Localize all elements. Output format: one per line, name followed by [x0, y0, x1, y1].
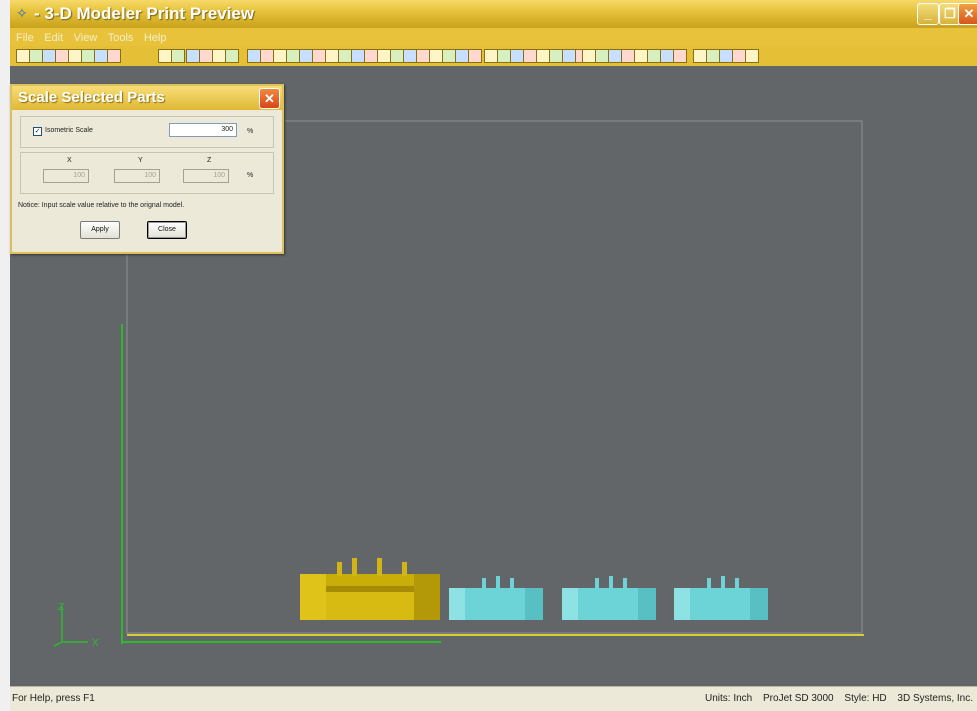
y-scale-input[interactable]: 100 [114, 169, 160, 183]
dialog-notice: Notice: Input scale value relative to th… [18, 202, 185, 209]
toolbar-tool-icon[interactable] [212, 49, 226, 63]
toolbar [10, 46, 977, 67]
menu-view[interactable]: View [74, 32, 98, 44]
menu-help[interactable]: Help [144, 32, 167, 44]
status-printer: ProJet SD 3000 [763, 693, 834, 704]
toolbar-tool-icon[interactable] [468, 49, 482, 63]
z-label: Z [207, 157, 212, 164]
isometric-scale-input[interactable]: 300 [169, 123, 237, 137]
toolbar-tool-icon[interactable] [81, 49, 95, 63]
toolbar-tool-icon[interactable] [364, 49, 378, 63]
toolbar-tool-icon[interactable] [562, 49, 576, 63]
gizmo-z-label: Z [58, 602, 64, 613]
close-button[interactable]: ✕ [958, 3, 977, 25]
dialog-close-icon[interactable]: ✕ [259, 88, 280, 109]
isometric-group: ✓ Isometric Scale 300 % [20, 116, 274, 148]
axis-percent: % [247, 172, 254, 179]
toolbar-tool-icon[interactable] [497, 49, 511, 63]
y-label: Y [138, 157, 143, 164]
toolbar-tool-icon[interactable] [247, 49, 261, 63]
toolbar-tool-icon[interactable] [273, 49, 287, 63]
toolbar-tool-icon[interactable] [29, 49, 43, 63]
toolbar-tool-icon[interactable] [94, 49, 108, 63]
toolbar-tool-icon[interactable] [186, 49, 200, 63]
toolbar-tool-icon[interactable] [484, 49, 498, 63]
menu-bar: File Edit View Tools Help [10, 28, 977, 46]
toolbar-tool-icon[interactable] [510, 49, 524, 63]
toolbar-tool-icon[interactable] [312, 49, 326, 63]
toolbar-tool-icon[interactable] [442, 49, 456, 63]
part-3[interactable] [674, 576, 768, 620]
toolbar-tool-icon[interactable] [523, 49, 537, 63]
toolbar-tool-icon[interactable] [225, 49, 239, 63]
isometric-checkbox[interactable]: ✓ [33, 127, 42, 136]
toolbar-tool-icon[interactable] [16, 49, 30, 63]
axis-gizmo: Z X [53, 602, 99, 649]
toolbar-tool-icon[interactable] [260, 49, 274, 63]
toolbar-tool-icon[interactable] [536, 49, 550, 63]
toolbar-tool-icon[interactable] [299, 49, 313, 63]
toolbar-tool-icon[interactable] [390, 49, 404, 63]
dialog-title: Scale Selected Parts [18, 89, 165, 106]
minimize-button[interactable]: _ [917, 3, 939, 25]
toolbar-tool-icon[interactable] [286, 49, 300, 63]
toolbar-tool-icon[interactable] [42, 49, 56, 63]
toolbar-tool-icon[interactable] [732, 49, 746, 63]
toolbar-tool-icon[interactable] [745, 49, 759, 63]
toolbar-tool-icon[interactable] [338, 49, 352, 63]
toolbar-tool-icon[interactable] [706, 49, 720, 63]
toolbar-tool-icon[interactable] [171, 49, 185, 63]
toolbar-tool-icon[interactable] [660, 49, 674, 63]
toolbar-tool-icon[interactable] [647, 49, 661, 63]
toolbar-tool-icon[interactable] [621, 49, 635, 63]
isometric-label: Isometric Scale [45, 127, 93, 134]
isometric-percent: % [247, 128, 254, 135]
status-units: Units: Inch [704, 693, 753, 704]
toolbar-tool-icon[interactable] [351, 49, 365, 63]
toolbar-tool-icon[interactable] [455, 49, 469, 63]
dialog-title-bar[interactable]: Scale Selected Parts ✕ [12, 86, 282, 110]
x-scale-input[interactable]: 100 [43, 169, 89, 183]
axis-scale-group: X 100 Y 100 Z 100 % [20, 152, 274, 194]
toolbar-tool-icon[interactable] [429, 49, 443, 63]
toolbar-tool-icon[interactable] [199, 49, 213, 63]
part-1[interactable] [449, 576, 543, 620]
toolbar-tool-icon[interactable] [325, 49, 339, 63]
status-style: Style: HD [844, 693, 887, 704]
part-2[interactable] [562, 576, 656, 620]
toolbar-tool-icon[interactable] [158, 49, 172, 63]
menu-edit[interactable]: Edit [44, 32, 63, 44]
app-icon[interactable]: ✧ [16, 6, 30, 20]
toolbar-tool-icon[interactable] [634, 49, 648, 63]
toolbar-tool-icon[interactable] [719, 49, 733, 63]
gizmo-x-label: X [92, 638, 99, 649]
dialog-close-button[interactable]: Close [147, 221, 187, 239]
window-title: - 3-D Modeler Print Preview [34, 4, 255, 23]
menu-tools[interactable]: Tools [108, 32, 134, 44]
status-right: Units: Inch ProJet SD 3000 Style: HD 3D … [697, 693, 973, 704]
toolbar-tool-icon[interactable] [107, 49, 121, 63]
toolbar-tool-icon[interactable] [68, 49, 82, 63]
scale-dialog: Scale Selected Parts ✕ ✓ Isometric Scale… [10, 84, 284, 254]
toolbar-tool-icon[interactable] [608, 49, 622, 63]
status-bar: For Help, press F1 Units: Inch ProJet SD… [10, 686, 977, 711]
title-bar[interactable]: ✧ - 3-D Modeler Print Preview _ ❐ ✕ [10, 0, 977, 28]
toolbar-tool-icon[interactable] [377, 49, 391, 63]
status-company: 3D Systems, Inc. [897, 693, 973, 704]
z-scale-input[interactable]: 100 [183, 169, 229, 183]
toolbar-tool-icon[interactable] [595, 49, 609, 63]
menu-file[interactable]: File [16, 32, 34, 44]
toolbar-tool-icon[interactable] [55, 49, 69, 63]
x-label: X [67, 157, 72, 164]
toolbar-tool-icon[interactable] [403, 49, 417, 63]
selected-part[interactable] [300, 558, 440, 620]
toolbar-tool-icon[interactable] [582, 49, 596, 63]
apply-button[interactable]: Apply [80, 221, 120, 239]
toolbar-tool-icon[interactable] [693, 49, 707, 63]
toolbar-tool-icon[interactable] [416, 49, 430, 63]
toolbar-tool-icon[interactable] [673, 49, 687, 63]
status-help: For Help, press F1 [12, 693, 95, 704]
toolbar-tool-icon[interactable] [549, 49, 563, 63]
